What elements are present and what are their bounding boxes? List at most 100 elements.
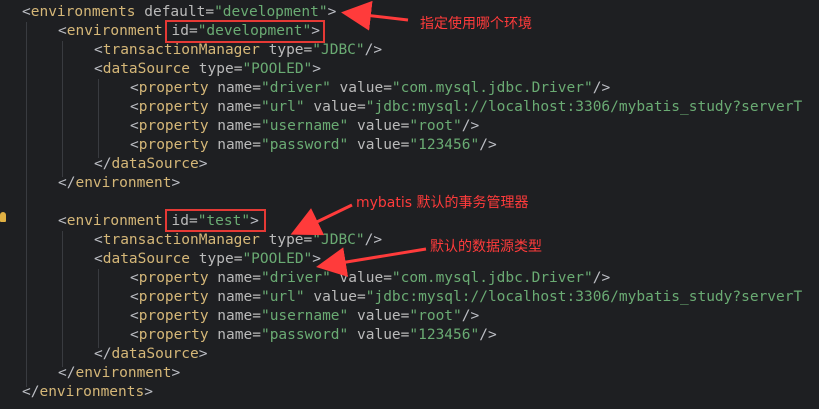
code-token-br: < — [130, 80, 139, 96]
code-token-tag: property — [138, 80, 209, 96]
code-token-tag: dataSource — [102, 251, 191, 267]
code-token-br: </ — [94, 156, 112, 172]
code-line[interactable]: <transactionManager type="JDBC"/> — [94, 231, 382, 250]
code-token-br: > — [171, 365, 181, 381]
code-line[interactable]: </environments> — [22, 383, 153, 402]
code-token-br: </ — [58, 175, 76, 191]
code-line[interactable]: <property name="url" value="jdbc:mysql:/… — [130, 98, 802, 117]
code-line[interactable]: <property name="driver" value="com.mysql… — [130, 79, 610, 98]
code-line[interactable]: </environment> — [58, 174, 180, 193]
code-token-br: < — [94, 61, 103, 77]
code-token-tag: environment — [66, 23, 163, 39]
code-token-tag: transactionManager — [102, 232, 260, 248]
code-token-br: > — [144, 384, 153, 400]
code-line[interactable]: <property name="url" value="jdbc:mysql:/… — [130, 288, 802, 307]
code-token-attr: name= — [208, 118, 261, 134]
code-token-br: /> — [364, 42, 383, 58]
code-token-br: > — [198, 346, 208, 362]
code-token-br: /> — [461, 308, 480, 324]
indent-guide — [98, 269, 99, 348]
code-token-br: /> — [461, 118, 480, 134]
code-token-attr: value= — [348, 327, 410, 343]
code-token-attr: name= — [208, 327, 261, 343]
code-token-br: </ — [22, 384, 40, 400]
code-token-tag: environment — [75, 365, 172, 381]
code-token-val: "123456" — [409, 327, 480, 343]
code-token-attr: value= — [304, 289, 366, 305]
code-token-attr: name= — [208, 289, 261, 305]
code-token-attr: value= — [330, 80, 392, 96]
code-token-tag: property — [138, 308, 209, 324]
code-token-br: </ — [94, 346, 112, 362]
code-line[interactable]: </environment> — [58, 364, 180, 383]
code-token-val: "username" — [260, 308, 349, 324]
code-token-val: "com.mysql.jdbc.Driver" — [391, 80, 593, 96]
code-token-attr: value= — [348, 137, 410, 153]
code-token-br: /> — [592, 270, 611, 286]
code-token-tag: environments — [30, 4, 136, 20]
code-token-attr: name= — [208, 270, 261, 286]
code-token-tag: environment — [66, 213, 163, 229]
code-token-tag: property — [138, 270, 209, 286]
code-token-tag: dataSource — [111, 156, 199, 172]
code-token-br: < — [130, 137, 139, 153]
code-token-br: /> — [479, 327, 497, 343]
code-token-tag: property — [138, 327, 209, 343]
indent-guide — [26, 22, 27, 387]
code-token-val: "root" — [409, 308, 462, 324]
code-token-tag: transactionManager — [102, 42, 260, 58]
code-token-attr: type= — [259, 42, 313, 58]
code-line[interactable]: <dataSource type="POOLED"> — [94, 250, 321, 269]
indent-guide — [98, 79, 99, 158]
code-token-attr: default= — [135, 4, 215, 20]
code-token-attr: type= — [259, 232, 313, 248]
code-line[interactable]: <property name="password" value="123456"… — [130, 326, 497, 345]
code-token-br: > — [312, 61, 322, 77]
code-token-val: "jdbc:mysql://localhost:3306/mybatis_stu… — [365, 99, 803, 115]
code-line[interactable]: </dataSource> — [94, 155, 208, 174]
code-line[interactable]: <property name="driver" value="com.mysql… — [130, 269, 610, 288]
code-token-val: "username" — [260, 118, 349, 134]
lightbulb-icon[interactable] — [0, 212, 6, 222]
annotation-specify-env: 指定使用哪个环境 — [420, 16, 532, 32]
code-token-br: > — [327, 4, 337, 20]
code-line[interactable]: <property name="username" value="root"/> — [130, 307, 479, 326]
code-line[interactable]: <transactionManager type="JDBC"/> — [94, 41, 382, 60]
code-token-br: < — [130, 99, 139, 115]
code-token-val: "driver" — [260, 270, 331, 286]
code-token-tag: property — [138, 289, 209, 305]
code-token-br: /> — [479, 137, 497, 153]
code-token-br: < — [130, 327, 139, 343]
code-token-attr: type= — [190, 61, 243, 77]
indent-guide — [62, 231, 63, 367]
indent-guide — [62, 41, 63, 177]
code-token-br: </ — [58, 365, 76, 381]
code-line[interactable]: <dataSource type="POOLED"> — [94, 60, 321, 79]
code-token-val: "root" — [409, 118, 462, 134]
code-line[interactable]: <property name="username" value="root"/> — [130, 117, 479, 136]
code-line[interactable]: </dataSource> — [94, 345, 208, 364]
code-token-val: "jdbc:mysql://localhost:3306/mybatis_stu… — [365, 289, 803, 305]
code-token-br: < — [130, 118, 139, 134]
code-token-tag: environments — [39, 384, 145, 400]
code-token-attr: type= — [190, 251, 243, 267]
code-line[interactable]: <property name="password" value="123456"… — [130, 136, 497, 155]
code-token-br: < — [94, 232, 103, 248]
code-token-attr: name= — [208, 99, 261, 115]
code-token-br: > — [171, 175, 181, 191]
code-token-br: < — [58, 23, 67, 39]
highlight-box-development — [165, 20, 325, 43]
code-token-attr: value= — [304, 99, 366, 115]
code-token-br: < — [94, 251, 103, 267]
code-token-val: "123456" — [409, 137, 480, 153]
code-token-val: "com.mysql.jdbc.Driver" — [391, 270, 593, 286]
code-token-br: < — [130, 308, 139, 324]
code-token-val: "password" — [260, 327, 349, 343]
code-token-val: "POOLED" — [242, 61, 313, 77]
annotation-default-tx-manager: mybatis 默认的事务管理器 — [356, 195, 529, 211]
code-token-val: "JDBC" — [312, 232, 365, 248]
code-token-tag: environment — [75, 175, 172, 191]
code-token-br: < — [130, 270, 139, 286]
annotation-default-datasource: 默认的数据源类型 — [430, 239, 542, 255]
code-token-br: < — [22, 4, 31, 20]
